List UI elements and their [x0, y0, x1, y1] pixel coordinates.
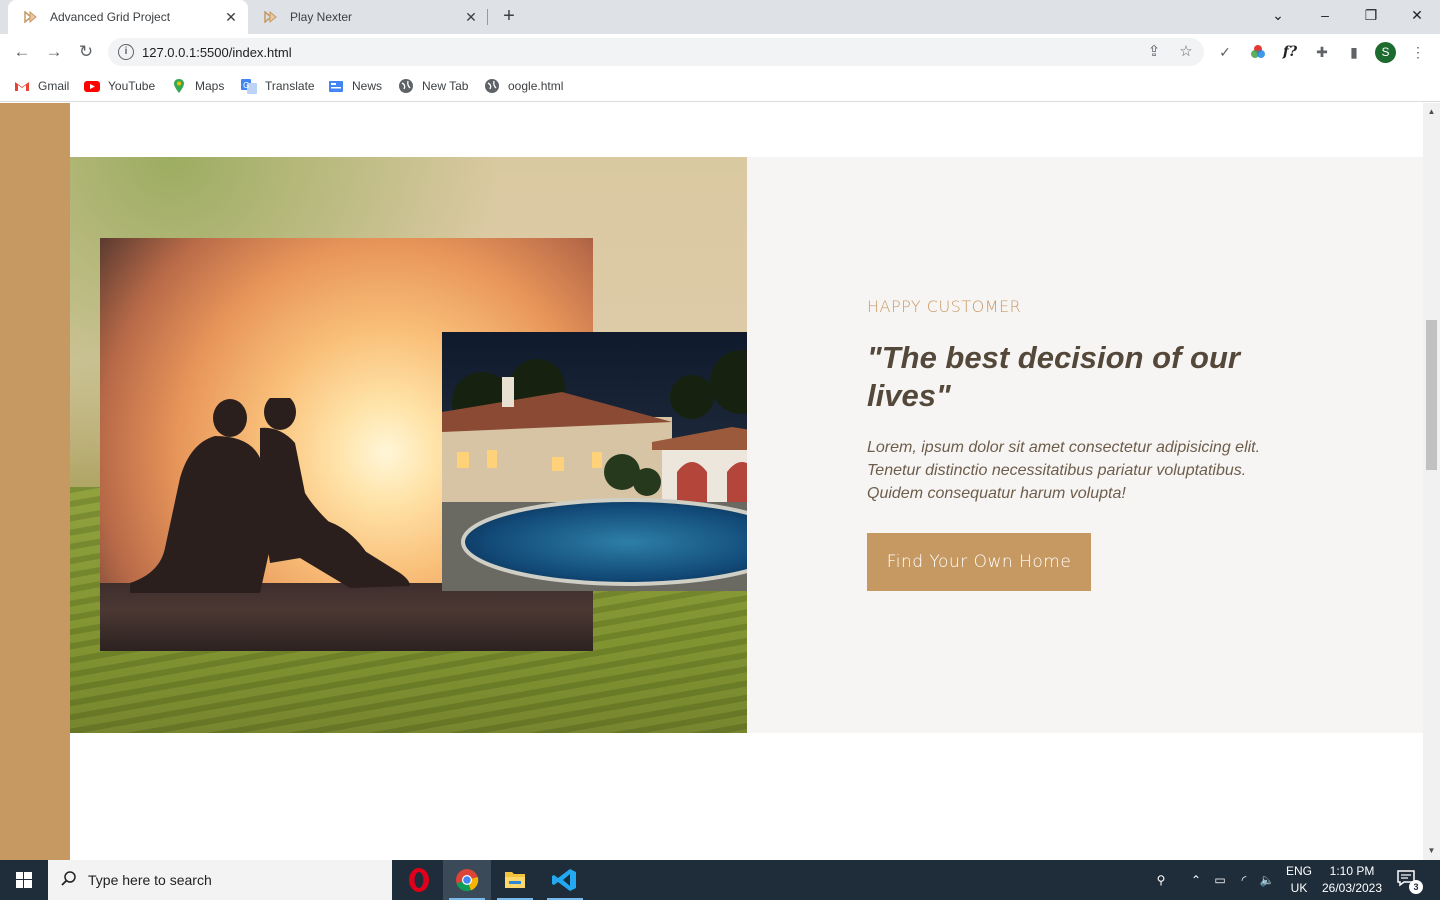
clock-date: 26/03/2023 [1321, 881, 1383, 895]
restore-button[interactable]: ❐ [1348, 0, 1394, 30]
bookmark-label: Gmail [38, 79, 70, 93]
close-tab-icon[interactable]: ✕ [222, 8, 240, 26]
close-tab-icon[interactable]: ✕ [462, 8, 480, 26]
play-favicon-icon [264, 11, 280, 23]
site-info-icon[interactable]: i [118, 44, 134, 60]
bookmark-label: Maps [195, 79, 225, 93]
bookmark-gmail[interactable]: Gmail [14, 77, 69, 95]
notifications-icon[interactable]: 3 [1396, 868, 1423, 894]
play-favicon-icon [24, 11, 40, 23]
windows-logo-icon [16, 872, 32, 888]
sidebar [0, 103, 70, 860]
scroll-up-arrow-icon[interactable]: ▲ [1423, 105, 1440, 119]
testimonial-quote: "The best decision of our lives" [867, 340, 1240, 413]
globe-icon [484, 78, 500, 94]
bookmark-label: New Tab [422, 79, 469, 93]
tab-search-chevron-icon[interactable]: ⌄ [1255, 0, 1301, 30]
extensions-puzzle-icon[interactable]: ✚ [1311, 41, 1333, 63]
language-indicator[interactable]: ENG UK [1284, 863, 1314, 897]
close-window-button[interactable]: ✕ [1394, 0, 1440, 30]
sub-heading: HAPPY CUSTOMER [867, 297, 1022, 316]
region-code: UK [1290, 881, 1308, 895]
find-home-button[interactable]: Find Your Own Home [867, 533, 1091, 591]
tab-advanced-grid-project[interactable]: Advanced Grid Project ✕ [8, 0, 248, 34]
bookmark-new-tab[interactable]: New Tab [398, 77, 468, 95]
news-icon [328, 78, 344, 94]
checkmark-extension-icon[interactable]: ✓ [1214, 41, 1236, 63]
clock[interactable]: 1:10 PM 26/03/2023 [1318, 863, 1386, 897]
couple-silhouette [130, 398, 410, 593]
language-code: ENG [1285, 864, 1312, 878]
windows-taskbar: Type here to search ⚲ ⌃ ▭ ◜ 🔈 ENG UK 1:1… [0, 860, 1440, 900]
bookmark-label: News [352, 79, 383, 93]
scrollbar-thumb[interactable] [1426, 320, 1437, 470]
file-explorer-app-icon[interactable] [491, 860, 539, 900]
bookmark-label: oogle.html [508, 79, 564, 93]
bookmark-news[interactable]: News [328, 77, 382, 95]
back-icon[interactable]: ← [10, 40, 34, 64]
vscode-app-icon[interactable] [541, 860, 589, 900]
side-panel-icon[interactable]: ▮ [1343, 41, 1365, 63]
story-content-section: HAPPY CUSTOMER "The best decision of our… [747, 157, 1423, 733]
taskbar-search-box[interactable]: Type here to search [48, 860, 392, 900]
menu-kebab-icon[interactable]: ⋮ [1407, 41, 1429, 63]
bookmark-label: YouTube [108, 79, 156, 93]
wifi-icon[interactable]: ◜ [1234, 860, 1254, 900]
translate-icon: G [241, 78, 257, 94]
tab-title: Advanced Grid Project [50, 10, 171, 24]
start-button[interactable] [0, 860, 48, 900]
story-paragraph: Lorem, ipsum dolor sit amet consectetur … [867, 439, 1261, 502]
tab-play-nexter[interactable]: Play Nexter ✕ [248, 0, 488, 34]
minimize-button[interactable]: – [1302, 0, 1348, 30]
bookmark-maps[interactable]: Maps [171, 77, 224, 95]
bookmarks-bar: Gmail YouTube Maps G Translate News New … [0, 70, 1440, 102]
search-placeholder: Type here to search [88, 872, 212, 888]
bookmark-translate[interactable]: G Translate [241, 77, 315, 95]
globe-icon [398, 78, 414, 94]
bookmark-label: Translate [265, 79, 315, 93]
color-picker-extension-icon[interactable] [1247, 41, 1269, 63]
tab-title: Play Nexter [290, 10, 353, 24]
url-text[interactable]: 127.0.0.1:5500/index.html [142, 45, 292, 60]
vertical-scrollbar[interactable]: ▲ ▼ [1423, 103, 1440, 860]
svg-text:G: G [243, 81, 249, 90]
show-hidden-icons-chevron-icon[interactable]: ⌃ [1186, 860, 1206, 900]
page-viewport: HAPPY CUSTOMER "The best decision of our… [0, 103, 1423, 860]
tab-bar: Advanced Grid Project ✕ Play Nexter ✕ + … [0, 0, 1440, 34]
search-icon [60, 870, 80, 890]
youtube-icon [84, 78, 100, 94]
maps-pin-icon [171, 78, 187, 94]
clock-time: 1:10 PM [1329, 864, 1375, 878]
browser-toolbar: ← → ↻ i 127.0.0.1:5500/index.html ⇪ ☆ ✓ … [0, 34, 1440, 70]
new-tab-button[interactable]: + [497, 5, 521, 29]
gmail-icon [14, 78, 30, 94]
bookmark-oogle[interactable]: oogle.html [484, 77, 563, 95]
scroll-down-arrow-icon[interactable]: ▼ [1423, 844, 1440, 858]
forward-icon[interactable]: → [42, 40, 66, 64]
notification-count: 3 [1409, 880, 1423, 894]
profile-avatar[interactable]: S [1375, 42, 1396, 63]
font-finder-extension-icon[interactable]: f? [1279, 41, 1301, 63]
bookmark-youtube[interactable]: YouTube [84, 77, 155, 95]
share-icon[interactable]: ⇪ [1144, 42, 1164, 62]
battery-icon[interactable]: ▭ [1210, 860, 1230, 900]
people-icon[interactable]: ⚲ [1150, 860, 1172, 900]
volume-icon[interactable]: 🔈 [1257, 860, 1277, 900]
tab-separator [487, 9, 488, 25]
chrome-app-icon[interactable] [443, 860, 491, 900]
reload-icon[interactable]: ↻ [74, 40, 98, 64]
opera-app-icon[interactable] [395, 860, 443, 900]
bookmark-star-icon[interactable]: ☆ [1176, 42, 1196, 62]
address-bar[interactable]: i 127.0.0.1:5500/index.html ⇪ ☆ [108, 38, 1204, 66]
